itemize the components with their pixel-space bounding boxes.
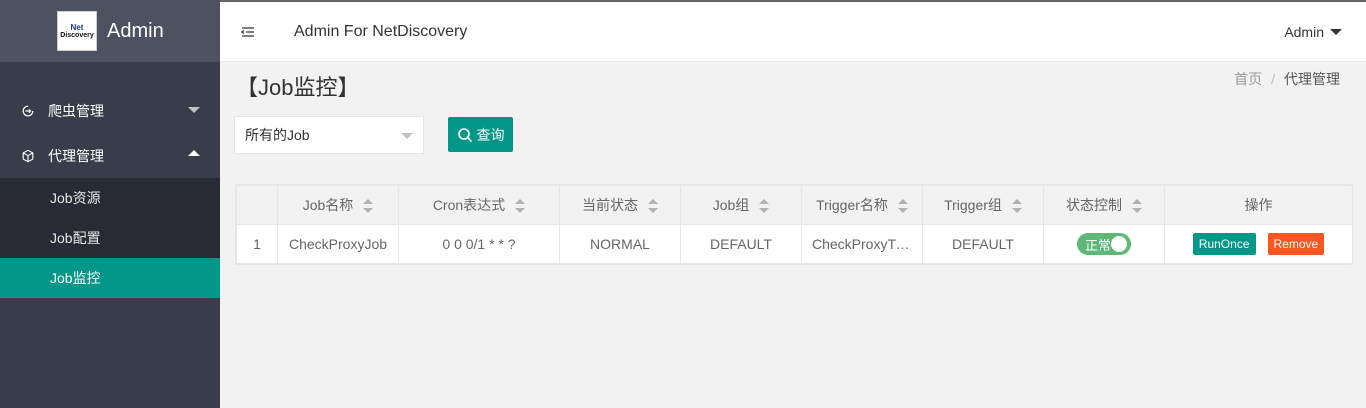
- sort-icon[interactable]: [648, 199, 658, 214]
- cell-trigger-group: DEFAULT: [922, 224, 1044, 264]
- col-header-label: Cron表达式: [432, 197, 506, 213]
- col-header-trigger-group[interactable]: Trigger组: [922, 185, 1044, 225]
- query-button[interactable]: 查询: [448, 117, 513, 152]
- breadcrumb-home[interactable]: 首页: [1234, 71, 1262, 87]
- sort-icon[interactable]: [897, 199, 908, 214]
- sort-icon[interactable]: [1011, 199, 1022, 214]
- cube-icon: [20, 148, 36, 164]
- logo-text-top: Net: [70, 22, 84, 32]
- search-icon: [457, 127, 472, 142]
- job-filter-select[interactable]: 所有的Job: [234, 116, 424, 154]
- brand[interactable]: Net Discovery Admin: [0, 0, 220, 62]
- col-header-job-name[interactable]: Job名称: [277, 185, 399, 225]
- remove-button[interactable]: Remove: [1267, 233, 1325, 255]
- sort-icon[interactable]: [515, 199, 526, 214]
- breadcrumb-current: 代理管理: [1284, 71, 1340, 87]
- breadcrumb: 首页 / 代理管理: [1234, 69, 1340, 89]
- sidebar-item-label: 爬虫管理: [48, 102, 104, 119]
- top-header: Admin For NetDiscovery Admin: [220, 0, 1366, 62]
- sort-icon[interactable]: [1132, 199, 1142, 214]
- header-title: Admin For NetDiscovery: [294, 22, 468, 40]
- sidebar-item-label: 代理管理: [48, 147, 104, 164]
- table-header-row: Job名称 Cron表达式 当前状态 Job组 Trigger名称 Trigge…: [236, 185, 1353, 225]
- netdiscovery-logo: Net Discovery: [57, 11, 97, 51]
- page-title: 【Job监控】: [236, 75, 360, 100]
- menu-toggle-icon[interactable]: [240, 24, 256, 40]
- table-row: 1 CheckProxyJob 0 0 0/1 * * ? NORMAL DEF…: [236, 224, 1353, 264]
- sidebar-nav: 爬虫管理 代理管理 Job资源 Job配置 Job监控: [0, 88, 220, 298]
- cell-state: NORMAL: [559, 224, 681, 264]
- chevron-up-icon: [188, 150, 200, 156]
- cell-job-name: CheckProxyJob: [277, 224, 399, 264]
- main-content: 【Job监控】 首页 / 代理管理 所有的Job 查询 Job名称 Cron表达式 …: [220, 62, 1358, 408]
- cell-actions: RunOnce Remove: [1164, 224, 1353, 264]
- sort-icon[interactable]: [759, 199, 770, 214]
- run-once-button[interactable]: RunOnce: [1192, 233, 1256, 255]
- col-header-cron[interactable]: Cron表达式: [398, 185, 560, 225]
- caret-down-icon: [1330, 29, 1342, 35]
- col-header-status-control[interactable]: 状态控制: [1043, 185, 1165, 225]
- user-name: Admin: [1284, 24, 1324, 40]
- col-header-label: 当前状态: [582, 197, 638, 213]
- sidebar-subnav: Job资源 Job配置 Job监控: [0, 178, 220, 298]
- col-header-job-group[interactable]: Job组: [680, 185, 802, 225]
- cell-status-control: 正常: [1043, 224, 1165, 264]
- col-header-label: Trigger组: [944, 197, 1002, 213]
- cell-cron: 0 0 0/1 * * ?: [398, 224, 560, 264]
- chevron-down-icon: [188, 107, 200, 113]
- col-header-actions: 操作: [1164, 185, 1353, 225]
- col-header-label: Job名称: [302, 197, 354, 213]
- sidebar-item-job-config[interactable]: Job配置: [0, 218, 220, 258]
- cell-job-group: DEFAULT: [680, 224, 802, 264]
- breadcrumb-separator: /: [1271, 71, 1275, 87]
- user-menu[interactable]: Admin: [1284, 24, 1342, 40]
- status-toggle[interactable]: 正常: [1077, 233, 1131, 255]
- chevron-down-icon: [401, 133, 413, 139]
- cell-index: 1: [236, 224, 278, 264]
- cell-trigger-name: CheckProxyTrigger: [801, 224, 923, 264]
- brand-title: Admin: [107, 19, 164, 42]
- sort-icon[interactable]: [363, 199, 374, 214]
- col-header-state[interactable]: 当前状态: [559, 185, 681, 225]
- status-toggle-label: 正常: [1085, 237, 1112, 253]
- col-header-index: [236, 185, 278, 225]
- sidebar-item-crawler[interactable]: 爬虫管理: [0, 88, 220, 133]
- job-table: Job名称 Cron表达式 当前状态 Job组 Trigger名称 Trigge…: [235, 184, 1353, 265]
- col-header-label: 状态控制: [1066, 197, 1122, 213]
- col-header-trigger-name[interactable]: Trigger名称: [801, 185, 923, 225]
- query-button-label: 查询: [476, 126, 505, 143]
- sidebar: Net Discovery Admin 爬虫管理 代理管理 Job资源 Job配…: [0, 0, 220, 408]
- sidebar-item-job-resource[interactable]: Job资源: [0, 178, 220, 218]
- crawler-icon: [20, 103, 36, 119]
- job-filter-value: 所有的Job: [245, 127, 310, 143]
- sidebar-item-job-monitor[interactable]: Job监控: [0, 258, 220, 298]
- logo-text-bottom: Discovery: [60, 31, 94, 39]
- col-header-label: Job组: [712, 197, 750, 213]
- col-header-label: Trigger名称: [816, 197, 888, 213]
- toggle-knob: [1111, 236, 1127, 252]
- sidebar-item-proxy[interactable]: 代理管理: [0, 133, 220, 178]
